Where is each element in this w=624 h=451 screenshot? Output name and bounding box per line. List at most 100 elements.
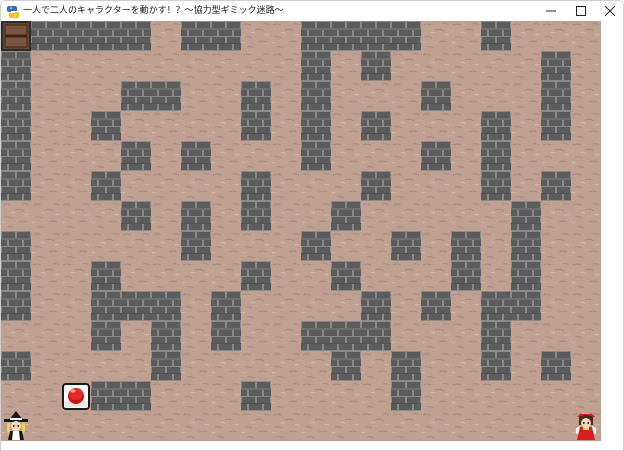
wall-tile — [361, 171, 391, 201]
wall-tile — [91, 111, 121, 141]
wall-tile — [91, 291, 121, 321]
python-icon — [7, 4, 19, 18]
wall-tile — [541, 171, 571, 201]
wall-tile — [511, 291, 541, 321]
wall-tile — [331, 21, 361, 51]
wall-tile — [421, 141, 451, 171]
wall-tile — [451, 261, 481, 291]
wall-tile — [511, 201, 541, 231]
wall-tile — [91, 21, 121, 51]
close-button[interactable] — [595, 1, 623, 21]
wall-tile — [1, 261, 31, 291]
wall-tile — [481, 321, 511, 351]
wall-tile — [1, 171, 31, 201]
wall-tile — [361, 291, 391, 321]
wall-tile — [361, 321, 391, 351]
wall-tile — [331, 321, 361, 351]
wall-tile — [211, 21, 241, 51]
game-canvas[interactable] — [1, 21, 601, 441]
wall-tile — [241, 81, 271, 111]
wall-tile — [1, 81, 31, 111]
wall-tile — [511, 231, 541, 261]
wall-tile — [301, 111, 331, 141]
wall-tile — [241, 171, 271, 201]
wall-tile — [541, 81, 571, 111]
wall-tile — [301, 51, 331, 81]
wall-tile — [151, 321, 181, 351]
wall-tile — [241, 261, 271, 291]
wall-tile — [121, 381, 151, 411]
wall-tile — [481, 351, 511, 381]
maze-board — [1, 21, 601, 441]
title-bar[interactable]: 一人で二人のキャラクターを動かす！？～協力型ギミック迷路～ — [1, 1, 623, 21]
wall-tile — [211, 321, 241, 351]
wall-tile — [1, 231, 31, 261]
wall-tile — [481, 111, 511, 141]
wall-tile — [421, 291, 451, 321]
wall-tile — [301, 141, 331, 171]
wall-tile — [241, 201, 271, 231]
wall-tile — [481, 141, 511, 171]
exit-door — [1, 21, 31, 55]
wall-tile — [391, 231, 421, 261]
wall-tile — [391, 21, 421, 51]
wall-tile — [481, 171, 511, 201]
wall-tile — [121, 21, 151, 51]
minimize-button[interactable] — [536, 1, 566, 21]
wall-tile — [301, 21, 331, 51]
wall-tile — [451, 231, 481, 261]
wall-tile — [181, 21, 211, 51]
close-icon — [605, 6, 615, 16]
maximize-button[interactable] — [566, 1, 596, 21]
wall-tile — [181, 231, 211, 261]
wall-tile — [1, 111, 31, 141]
wall-tile — [511, 261, 541, 291]
wall-tile — [301, 321, 331, 351]
wall-tile — [151, 351, 181, 381]
wall-tile — [1, 51, 31, 81]
wall-tile — [91, 321, 121, 351]
wall-tile — [331, 351, 361, 381]
wall-tile — [241, 111, 271, 141]
wall-tile — [421, 81, 451, 111]
wall-tile — [61, 21, 91, 51]
red-button-switch[interactable] — [61, 381, 91, 415]
maximize-icon — [576, 6, 586, 16]
wall-tile — [301, 231, 331, 261]
wall-tile — [301, 81, 331, 111]
wall-tile — [121, 141, 151, 171]
wall-tile — [541, 111, 571, 141]
wall-tile — [121, 201, 151, 231]
wall-tile — [1, 141, 31, 171]
wall-tile — [391, 351, 421, 381]
wall-tile — [1, 351, 31, 381]
wall-tile — [31, 21, 61, 51]
wall-tile — [481, 21, 511, 51]
wall-tile — [241, 381, 271, 411]
wall-tile — [211, 291, 241, 321]
wall-tile — [361, 51, 391, 81]
wall-tile — [541, 51, 571, 81]
wall-tile — [91, 381, 121, 411]
marisa-character — [1, 411, 31, 445]
window-margin-right — [601, 21, 623, 441]
app-window: 一人で二人のキャラクターを動かす！？～協力型ギミック迷路～ — [0, 0, 624, 451]
wall-tile — [1, 291, 31, 321]
wall-tile — [91, 261, 121, 291]
wall-tile — [331, 261, 361, 291]
wall-tile — [121, 291, 151, 321]
door-icon — [1, 21, 31, 55]
wall-tile — [151, 81, 181, 111]
wall-tile — [181, 141, 211, 171]
wall-tile — [151, 291, 181, 321]
reimu-character — [571, 411, 601, 445]
wall-tile — [91, 171, 121, 201]
wall-tile — [181, 201, 211, 231]
wall-tile — [481, 291, 511, 321]
wall-tile — [361, 21, 391, 51]
wall-tile — [391, 381, 421, 411]
minimize-icon — [546, 6, 556, 16]
wall-tile — [541, 351, 571, 381]
wall-tile — [331, 201, 361, 231]
window-margin-bottom — [1, 441, 623, 450]
